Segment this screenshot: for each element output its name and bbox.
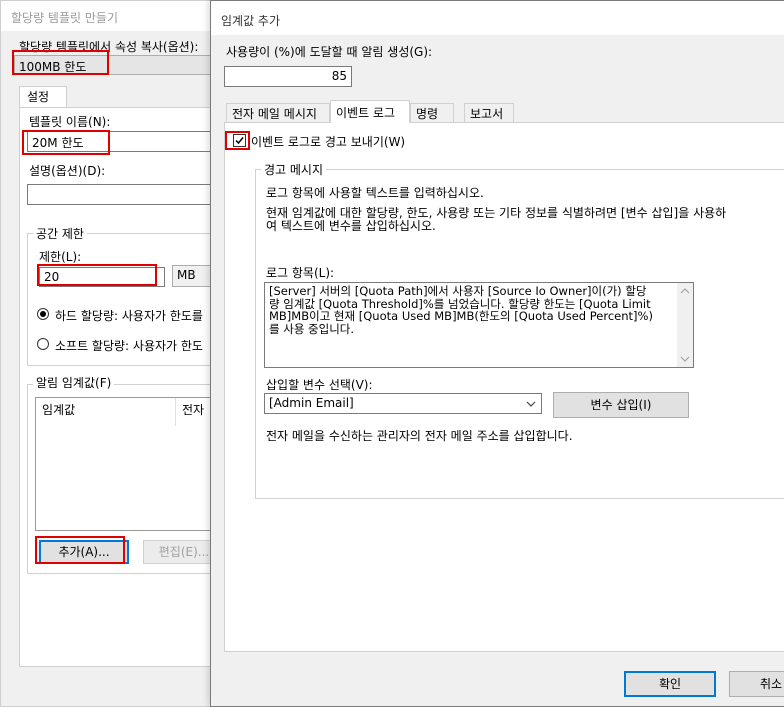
warning-message-label: 경고 메시지 (261, 161, 327, 178)
soft-quota-label: 소프트 할당량: 사용자가 한도 (55, 339, 203, 353)
cancel-button[interactable]: 취소 (729, 671, 784, 697)
add-threshold-button[interactable]: 추가(A)... (39, 540, 129, 564)
tab-email-message[interactable]: 전자 메일 메시지 (226, 103, 330, 123)
tab-command[interactable]: 명령 (410, 103, 454, 123)
back-window-title: 할당량 템플릿 만들기 (11, 11, 118, 25)
usage-percent-input[interactable]: 85 (224, 66, 352, 87)
tab-command-label: 명령 (416, 107, 439, 121)
event-log-checkbox[interactable] (233, 134, 246, 147)
insert-variable-label: 삽입할 변수 선택(V): (266, 378, 373, 392)
insert-variable-button-label: 변수 삽입(I) (590, 398, 652, 412)
ok-button[interactable]: 확인 (624, 671, 716, 697)
scroll-down-icon[interactable] (677, 353, 693, 365)
column-threshold-label: 임계값 (42, 403, 76, 417)
add-threshold-label: 추가(A)... (58, 545, 110, 559)
log-entry-line-3: MB]MB이고 현재 [Quota Used MB]MB(한도의 [Quota … (269, 309, 653, 323)
copy-template-value: 100MB 한도 (19, 60, 87, 74)
column-threshold[interactable]: 임계값 (36, 398, 176, 426)
limit-input[interactable]: 20 (39, 267, 165, 287)
dialog-tabs: 전자 메일 메시지 이벤트 로그 명령 보고서 (226, 100, 784, 123)
instruction-text-2-line2: 여 텍스트에 변수를 삽입하십시오. (266, 219, 436, 233)
limit-unit-value: MB (177, 268, 196, 282)
back-window-titlebar[interactable]: 할당량 템플릿 만들기 (1, 1, 231, 31)
insert-variable-button[interactable]: 변수 삽입(I) (553, 392, 689, 418)
description-input[interactable] (27, 184, 237, 205)
tab-email-message-label: 전자 메일 메시지 (232, 107, 317, 121)
usage-percent-label: 사용량이 (%)에 도달할 때 알림 생성(G): (226, 45, 433, 59)
limit-value: 20 (44, 270, 60, 284)
template-name-input[interactable]: 20M 한도 (27, 131, 237, 152)
space-limit-label: 공간 제한 (33, 225, 87, 242)
tab-event-log-label: 이벤트 로그 (336, 106, 396, 120)
hard-quota-radio[interactable] (37, 308, 49, 320)
template-name-value: 20M 한도 (32, 136, 84, 150)
add-threshold-dialog: 임계값 추가 사용량이 (%)에 도달할 때 알림 생성(G): 85 전자 메… (210, 0, 784, 707)
tab-settings[interactable]: 설정 (19, 86, 67, 108)
scroll-up-icon[interactable] (677, 285, 693, 297)
soft-quota-radio[interactable] (37, 338, 49, 350)
copy-properties-label: 할당량 템플릿에서 속성 복사(옵션): (19, 40, 199, 54)
event-log-checkbox-label: 이벤트 로그로 경고 보내기(W) (251, 135, 406, 149)
template-name-label: 템플릿 이름(N): (29, 115, 111, 129)
edit-threshold-label: 편집(E)... (158, 545, 210, 559)
tab-report[interactable]: 보고서 (464, 103, 514, 123)
insert-variable-combo[interactable]: [Admin Email] (264, 393, 542, 414)
checkmark-icon (235, 137, 244, 145)
thresholds-list[interactable]: 임계값 전자 (35, 397, 235, 531)
log-entry-scrollbar[interactable] (677, 283, 693, 367)
chevron-down-icon (526, 401, 536, 407)
create-quota-template-window: 할당량 템플릿 만들기 할당량 템플릿에서 속성 복사(옵션): 100MB 한… (0, 0, 254, 707)
limit-label: 제한(L): (39, 250, 82, 264)
dialog-titlebar[interactable]: 임계값 추가 (211, 1, 784, 35)
hard-quota-label: 하드 할당량: 사용자가 한도를 (55, 309, 203, 323)
tab-report-label: 보고서 (470, 107, 504, 121)
log-entry-line-4: 를 사용 중입니다. (269, 321, 355, 336)
dialog-title: 임계값 추가 (221, 14, 281, 28)
variable-description: 전자 메일을 수신하는 관리자의 전자 메일 주소를 삽입합니다. (266, 429, 573, 443)
notification-thresholds-label: 알림 임계값(F) (33, 374, 115, 391)
insert-variable-value: [Admin Email] (269, 396, 354, 410)
cancel-button-label: 취소 (760, 677, 783, 691)
column-email-label: 전자 (182, 403, 205, 417)
tab-event-log[interactable]: 이벤트 로그 (330, 100, 410, 123)
tab-settings-label: 설정 (27, 90, 50, 104)
instruction-text-2: 현재 임계값에 대한 할당량, 한도, 사용량 또는 기타 정보를 식별하려면 … (266, 207, 776, 233)
description-label: 설명(옵션)(D): (29, 164, 106, 178)
log-entry-textarea[interactable]: [Server] 서버의 [Quota Path]에서 사용자 [Source … (264, 282, 694, 368)
log-entry-label: 로그 항목(L): (266, 266, 335, 280)
ok-button-label: 확인 (658, 677, 682, 691)
log-entry-line-1: [Server] 서버의 [Quota Path]에서 사용자 [Source … (269, 284, 647, 298)
usage-percent-value: 85 (331, 69, 347, 83)
instruction-text: 로그 항목에 사용할 텍스트를 입력하십시오. (266, 186, 484, 200)
